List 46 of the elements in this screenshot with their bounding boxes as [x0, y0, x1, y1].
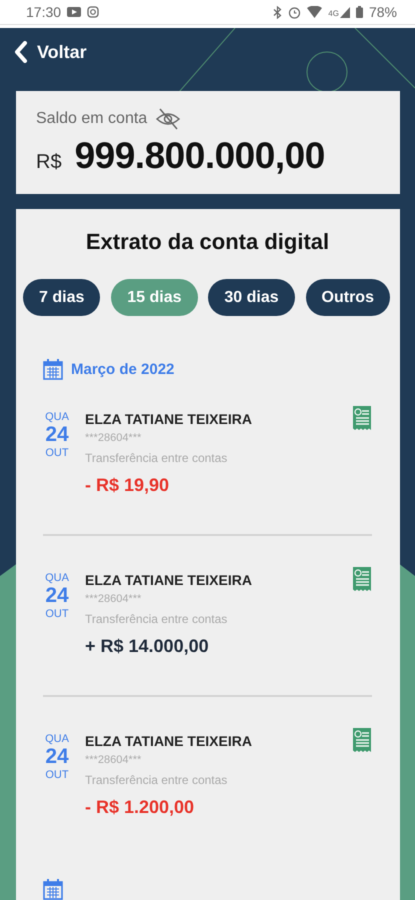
- calendar-icon: [43, 879, 63, 900]
- battery-icon: [356, 6, 363, 18]
- month-abbr: OUT: [45, 608, 69, 620]
- transaction-type: Transferência entre contas: [85, 773, 228, 787]
- payee-name: ELZA TATIANE TEIXEIRA: [85, 411, 253, 427]
- receipt-icon[interactable]: [352, 728, 372, 752]
- balance-label: Saldo em conta: [36, 110, 148, 128]
- bluetooth-icon: [273, 6, 282, 19]
- payee-name: ELZA TATIANE TEIXEIRA: [85, 733, 253, 749]
- account-number: ***28604***: [85, 754, 142, 766]
- video-icon: [67, 7, 82, 18]
- statement-title: Extrato da conta digital: [84, 229, 330, 255]
- day-number: 24: [45, 745, 69, 769]
- month-label: Março de 2022: [71, 361, 174, 378]
- network-label: 4G: [328, 9, 339, 18]
- wifi-icon: [307, 6, 322, 18]
- transaction-amount: - R$ 19,90: [85, 475, 170, 496]
- receipt-icon[interactable]: [352, 406, 372, 430]
- payee-name: ELZA TATIANE TEIXEIRA: [85, 572, 253, 588]
- filter-chip[interactable]: 30 dias: [208, 279, 295, 316]
- day-number: 24: [45, 584, 69, 608]
- transaction-type: Transferência entre contas: [85, 612, 228, 626]
- filter-chip[interactable]: Outros: [306, 279, 390, 316]
- camera-icon: [87, 6, 100, 18]
- back-button[interactable]: Voltar: [14, 41, 87, 64]
- weekday-label: QUA: [45, 572, 69, 584]
- hide-balance-icon[interactable]: [155, 106, 182, 131]
- account-number: ***28604***: [85, 432, 142, 444]
- calendar-icon: [43, 359, 63, 380]
- alarm-icon: [288, 6, 302, 19]
- weekday-label: QUA: [45, 733, 69, 745]
- battery-level: 78%: [368, 4, 397, 20]
- month-abbr: OUT: [45, 769, 69, 781]
- transaction-type: Transferência entre contas: [85, 451, 228, 465]
- transaction-amount: - R$ 1.200,00: [85, 797, 196, 818]
- signal-icon: [340, 6, 350, 18]
- balance-amount: 999.800.000,00: [74, 134, 325, 177]
- transaction-amount: + R$ 14.000,00: [85, 636, 210, 657]
- day-number: 24: [45, 423, 69, 447]
- month-abbr: OUT: [45, 447, 69, 459]
- weekday-label: QUA: [45, 411, 69, 423]
- currency-symbol: R$: [36, 150, 62, 174]
- filter-chip[interactable]: 7 dias: [23, 279, 100, 316]
- receipt-icon[interactable]: [352, 567, 372, 591]
- status-time: 17:30: [26, 4, 62, 20]
- account-number: ***28604***: [85, 593, 142, 605]
